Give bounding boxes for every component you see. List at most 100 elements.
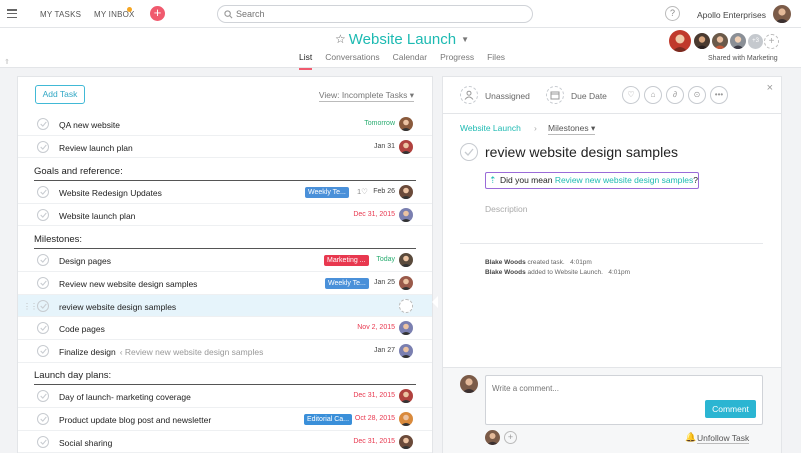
task-name[interactable]: Social sharing [59, 438, 112, 448]
task-row[interactable]: Code pages Nov 2, 2015 [18, 317, 432, 340]
task-row[interactable]: Finalize design ‹ Review new website desi… [18, 340, 432, 363]
more-options-icon[interactable]: ••• [710, 86, 728, 104]
comment-input[interactable] [492, 382, 692, 394]
assignee-label[interactable]: Unassigned [485, 91, 530, 101]
task-row[interactable]: QA new website Tomorrow [18, 113, 432, 136]
likes-count[interactable]: 1♡ [357, 187, 368, 196]
due-date[interactable]: Dec 31, 2015 [353, 392, 395, 399]
due-date[interactable]: Jan 25 [374, 279, 395, 286]
view-filter-dropdown[interactable]: View: Incomplete Tasks ▾ [318, 90, 414, 102]
add-member-button[interactable]: + [764, 34, 779, 49]
assignee-avatar[interactable] [399, 411, 413, 426]
due-date[interactable]: Nov 2, 2015 [357, 324, 395, 331]
assignee-avatar[interactable] [399, 207, 413, 222]
task-checkbox[interactable] [37, 208, 49, 221]
heart-icon[interactable]: ♡ [622, 86, 640, 104]
search-input[interactable] [236, 8, 516, 20]
task-checkbox[interactable] [37, 118, 49, 130]
task-row[interactable]: Review launch plan Jan 31 [18, 136, 432, 159]
project-tag[interactable]: Weekly Te... [305, 187, 349, 199]
task-name[interactable]: Finalize design ‹ Review new website desi… [59, 347, 263, 357]
search-bar[interactable] [217, 5, 533, 23]
due-date[interactable]: Jan 27 [374, 347, 395, 354]
section-header[interactable]: Goals and reference: [34, 158, 416, 182]
chevron-down-icon[interactable]: ▼ [461, 35, 469, 44]
task-row[interactable]: Day of launch- marketing coverage Dec 31,… [18, 385, 432, 408]
project-title-row[interactable]: ☆ Website Launch ▼ [335, 30, 469, 48]
task-checkbox[interactable] [37, 344, 49, 357]
due-date[interactable]: Feb 26 [373, 188, 395, 195]
assignee-avatar[interactable] [399, 275, 413, 290]
assignee-icon[interactable] [460, 86, 478, 104]
due-date[interactable]: Dec 31, 2015 [353, 438, 395, 445]
member-avatar[interactable] [694, 33, 710, 49]
project-tag[interactable]: Editorial Ca... [304, 413, 353, 425]
complete-task-checkbox[interactable] [460, 143, 478, 161]
member-avatar[interactable] [712, 33, 728, 49]
task-name[interactable]: Review launch plan [59, 143, 133, 153]
task-row[interactable]: Social sharing Dec 31, 2015 [18, 431, 432, 453]
due-date[interactable]: Oct 28, 2015 [355, 415, 395, 422]
due-date[interactable]: Dec 31, 2015 [353, 211, 395, 218]
assignee-avatar[interactable] [399, 298, 413, 313]
more-members-badge[interactable]: +3 [748, 34, 763, 49]
assignee-avatar[interactable] [399, 343, 413, 358]
my-tasks-link[interactable]: MY TASKS [40, 10, 81, 19]
task-name[interactable]: Website launch plan [59, 211, 135, 221]
task-row[interactable]: Product update blog post and newsletter O… [18, 408, 432, 431]
project-tag[interactable]: Weekly Te... [325, 277, 369, 289]
star-icon[interactable]: ☆ [335, 32, 346, 46]
task-row[interactable]: Design pages Today Marketing ... [18, 249, 432, 272]
add-task-button[interactable]: Add Task [35, 85, 85, 104]
user-avatar[interactable] [773, 5, 791, 23]
task-name[interactable]: Review new website design samples [59, 279, 197, 289]
tab-progress[interactable]: Progress [440, 52, 474, 70]
assignee-avatar[interactable] [399, 253, 413, 268]
parent-task-link[interactable]: ‹ Review new website design samples [120, 347, 264, 357]
section-header[interactable]: Milestones: [34, 226, 416, 250]
task-name[interactable]: Design pages [59, 256, 111, 266]
description-field[interactable]: Description [485, 204, 528, 214]
member-avatar[interactable] [730, 33, 746, 49]
task-title[interactable]: review website design samples [485, 144, 678, 160]
assignee-avatar[interactable] [399, 139, 413, 154]
assignee-avatar[interactable] [399, 321, 413, 336]
task-row[interactable]: Website launch plan Dec 31, 2015 [18, 204, 432, 227]
shared-with-label[interactable]: Shared with Marketing [708, 55, 778, 62]
project-tag[interactable]: Marketing ... [324, 255, 369, 267]
task-checkbox[interactable] [37, 435, 49, 448]
duplicate-suggestion[interactable]: ⇡ Did you mean Review new website design… [485, 172, 699, 189]
due-date-label[interactable]: Due Date [571, 91, 607, 101]
assignee-avatar[interactable] [399, 117, 413, 131]
task-checkbox[interactable] [37, 254, 49, 267]
task-checkbox[interactable] [37, 412, 49, 425]
assignee-avatar[interactable] [399, 389, 413, 404]
organization-name[interactable]: Apollo Enterprises [697, 10, 766, 20]
tag-icon[interactable]: ⌂ [644, 86, 662, 104]
section-header[interactable]: Launch day plans: [34, 363, 416, 386]
follower-avatar[interactable] [485, 430, 500, 445]
unfollow-task-link[interactable]: Unfollow Task [697, 433, 750, 444]
due-date[interactable]: Today [376, 256, 395, 263]
breadcrumb-milestone[interactable]: Milestones ▾ [548, 123, 596, 135]
tab-files[interactable]: Files [487, 52, 505, 70]
assignee-avatar[interactable] [399, 434, 413, 449]
tab-calendar[interactable]: Calendar [393, 52, 428, 70]
task-checkbox[interactable] [37, 186, 49, 199]
collapse-arrow-icon[interactable]: ⇑ [4, 58, 10, 66]
task-checkbox[interactable] [37, 276, 49, 289]
help-button[interactable]: ? [665, 6, 680, 21]
task-checkbox[interactable] [37, 299, 49, 312]
task-name[interactable]: Day of launch- marketing coverage [59, 392, 191, 402]
due-date[interactable]: Tomorrow [364, 120, 395, 127]
attachment-icon[interactable]: ∂ [666, 86, 684, 104]
menu-icon[interactable] [7, 9, 17, 19]
task-name[interactable]: Code pages [59, 324, 105, 334]
tab-conversations[interactable]: Conversations [325, 52, 379, 70]
task-row[interactable]: ⋮⋮ review website design samples [18, 294, 432, 318]
drag-handle-icon[interactable]: ⋮⋮ [23, 302, 38, 311]
tab-list[interactable]: List [299, 52, 313, 70]
task-row[interactable]: Review new website design samples Jan 25 W… [18, 272, 432, 295]
due-date[interactable]: Jan 31 [374, 143, 395, 150]
task-name[interactable]: QA new website [59, 120, 120, 130]
